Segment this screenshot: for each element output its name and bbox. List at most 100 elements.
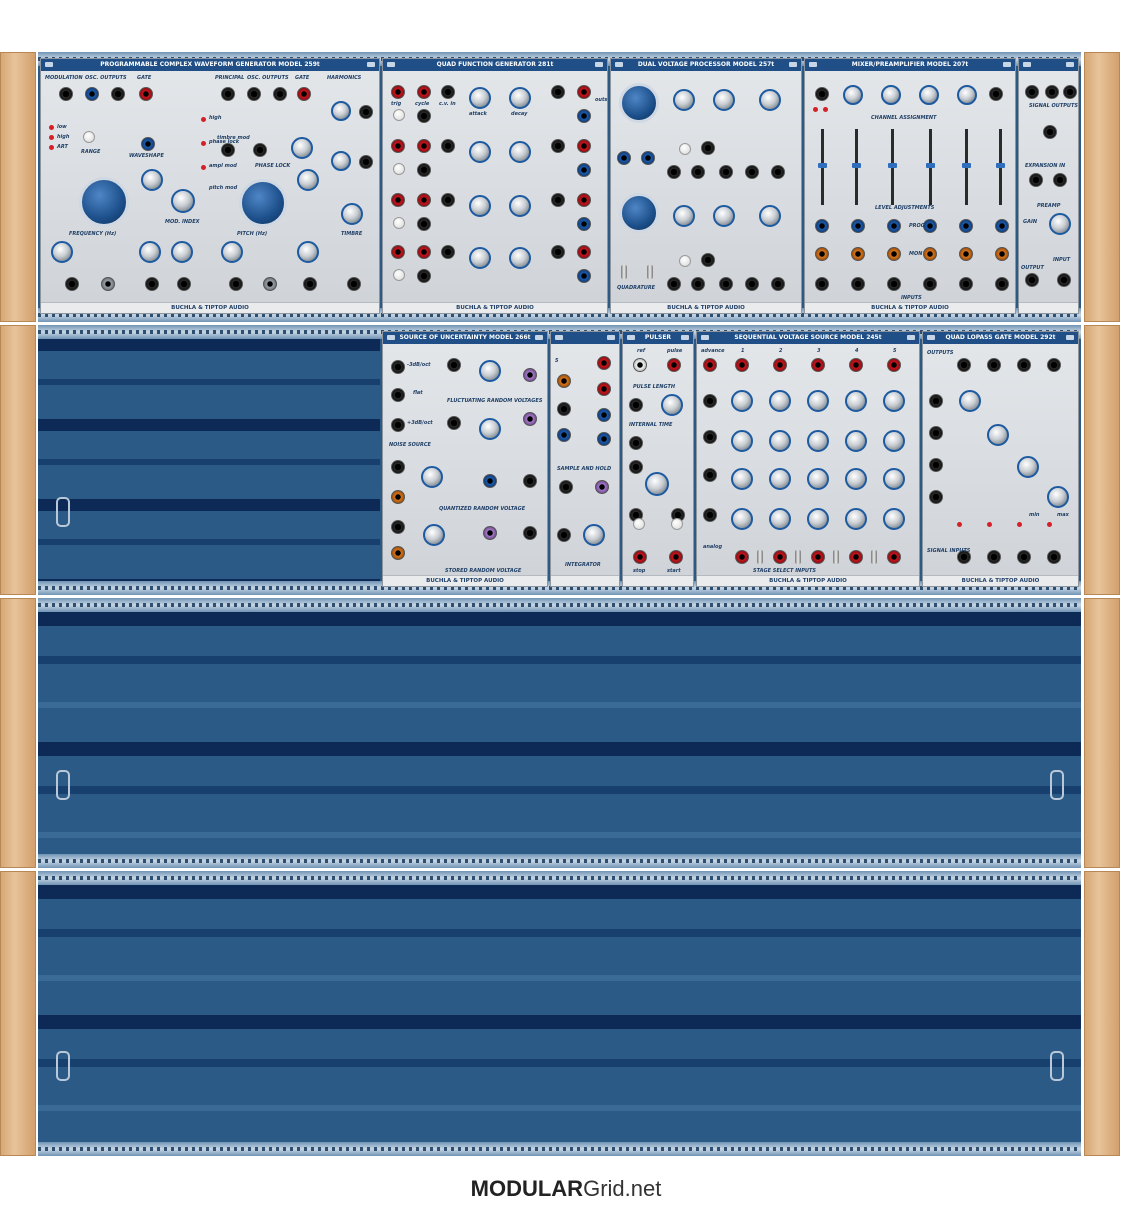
jack[interactable] — [577, 139, 591, 153]
jack[interactable] — [577, 269, 591, 283]
jack[interactable] — [577, 245, 591, 259]
knob[interactable] — [297, 241, 319, 263]
stage-knob[interactable] — [845, 508, 867, 530]
knob[interactable] — [759, 89, 781, 111]
jack[interactable] — [745, 277, 759, 291]
jack[interactable] — [557, 428, 571, 442]
jack[interactable] — [773, 550, 787, 564]
frequency-knob[interactable] — [79, 177, 129, 227]
jack[interactable] — [523, 412, 537, 426]
jack[interactable] — [691, 165, 705, 179]
toggle-switch[interactable] — [833, 550, 839, 564]
level-slider[interactable] — [852, 129, 861, 205]
jack[interactable] — [551, 85, 565, 99]
decay-knob[interactable] — [509, 141, 531, 163]
jack[interactable] — [989, 87, 1003, 101]
jack[interactable] — [851, 247, 865, 261]
jack[interactable] — [391, 490, 405, 504]
jack[interactable] — [735, 358, 749, 372]
knob[interactable] — [479, 418, 501, 440]
jack[interactable] — [929, 458, 943, 472]
stage-knob[interactable] — [845, 468, 867, 490]
jack[interactable] — [771, 277, 785, 291]
knob[interactable] — [139, 241, 161, 263]
jack[interactable] — [959, 219, 973, 233]
jack[interactable] — [141, 137, 155, 151]
jack[interactable] — [447, 416, 461, 430]
jack[interactable] — [303, 277, 317, 291]
jack[interactable] — [703, 394, 717, 408]
jack[interactable] — [691, 277, 705, 291]
jack[interactable] — [923, 247, 937, 261]
stage-knob[interactable] — [769, 468, 791, 490]
jack[interactable] — [703, 508, 717, 522]
jack[interactable] — [523, 474, 537, 488]
jack[interactable] — [221, 143, 235, 157]
jack[interactable] — [959, 247, 973, 261]
jack[interactable] — [229, 277, 243, 291]
button[interactable] — [393, 217, 405, 229]
jack[interactable] — [391, 460, 405, 474]
jack[interactable] — [557, 402, 571, 416]
jack[interactable] — [177, 277, 191, 291]
jack[interactable] — [523, 526, 537, 540]
jack[interactable] — [1047, 550, 1061, 564]
jack[interactable] — [483, 526, 497, 540]
jack[interactable] — [1043, 125, 1057, 139]
jack[interactable] — [597, 408, 611, 422]
jack[interactable] — [849, 550, 863, 564]
pitch-knob[interactable] — [239, 179, 287, 227]
trig-jack[interactable] — [391, 245, 405, 259]
jack[interactable] — [447, 358, 461, 372]
button[interactable] — [633, 518, 645, 530]
jack[interactable] — [391, 418, 405, 432]
jack[interactable] — [629, 398, 643, 412]
cycle-jack[interactable] — [417, 245, 431, 259]
jack[interactable] — [987, 358, 1001, 372]
jack[interactable] — [577, 163, 591, 177]
jack[interactable] — [1017, 358, 1031, 372]
trig-jack[interactable] — [391, 193, 405, 207]
jack[interactable] — [1057, 273, 1071, 287]
probability-knob[interactable] — [423, 524, 445, 546]
jack[interactable] — [851, 277, 865, 291]
jack[interactable] — [1053, 173, 1067, 187]
knob[interactable] — [479, 360, 501, 382]
jack[interactable] — [633, 358, 647, 372]
jack[interactable] — [551, 139, 565, 153]
level-slider[interactable] — [818, 129, 827, 205]
timbre-knob[interactable] — [341, 203, 363, 225]
knob[interactable] — [843, 85, 863, 105]
stage-knob[interactable] — [845, 390, 867, 412]
button[interactable] — [393, 109, 405, 121]
jack[interactable] — [1025, 85, 1039, 99]
knob[interactable] — [673, 205, 695, 227]
knob[interactable] — [957, 85, 977, 105]
jack[interactable] — [923, 277, 937, 291]
jack[interactable] — [483, 474, 497, 488]
jack[interactable] — [577, 109, 591, 123]
pulse-length-knob[interactable] — [661, 394, 683, 416]
jack[interactable] — [391, 546, 405, 560]
knob[interactable] — [171, 241, 193, 263]
jack[interactable] — [597, 356, 611, 370]
attack-knob[interactable] — [469, 87, 491, 109]
jack[interactable] — [929, 490, 943, 504]
stage-knob[interactable] — [731, 390, 753, 412]
jack[interactable] — [417, 163, 431, 177]
jack[interactable] — [597, 382, 611, 396]
jack[interactable] — [577, 217, 591, 231]
jack[interactable] — [995, 219, 1009, 233]
jack[interactable] — [887, 550, 901, 564]
jack[interactable] — [417, 217, 431, 231]
jack[interactable] — [441, 245, 455, 259]
jack[interactable] — [703, 430, 717, 444]
stage-knob[interactable] — [807, 508, 829, 530]
jack[interactable] — [719, 277, 733, 291]
knob[interactable] — [1047, 486, 1069, 508]
jack[interactable] — [815, 247, 829, 261]
toggle-switch[interactable] — [647, 265, 653, 279]
knob[interactable] — [141, 169, 163, 191]
jack[interactable] — [811, 550, 825, 564]
jack[interactable] — [441, 193, 455, 207]
